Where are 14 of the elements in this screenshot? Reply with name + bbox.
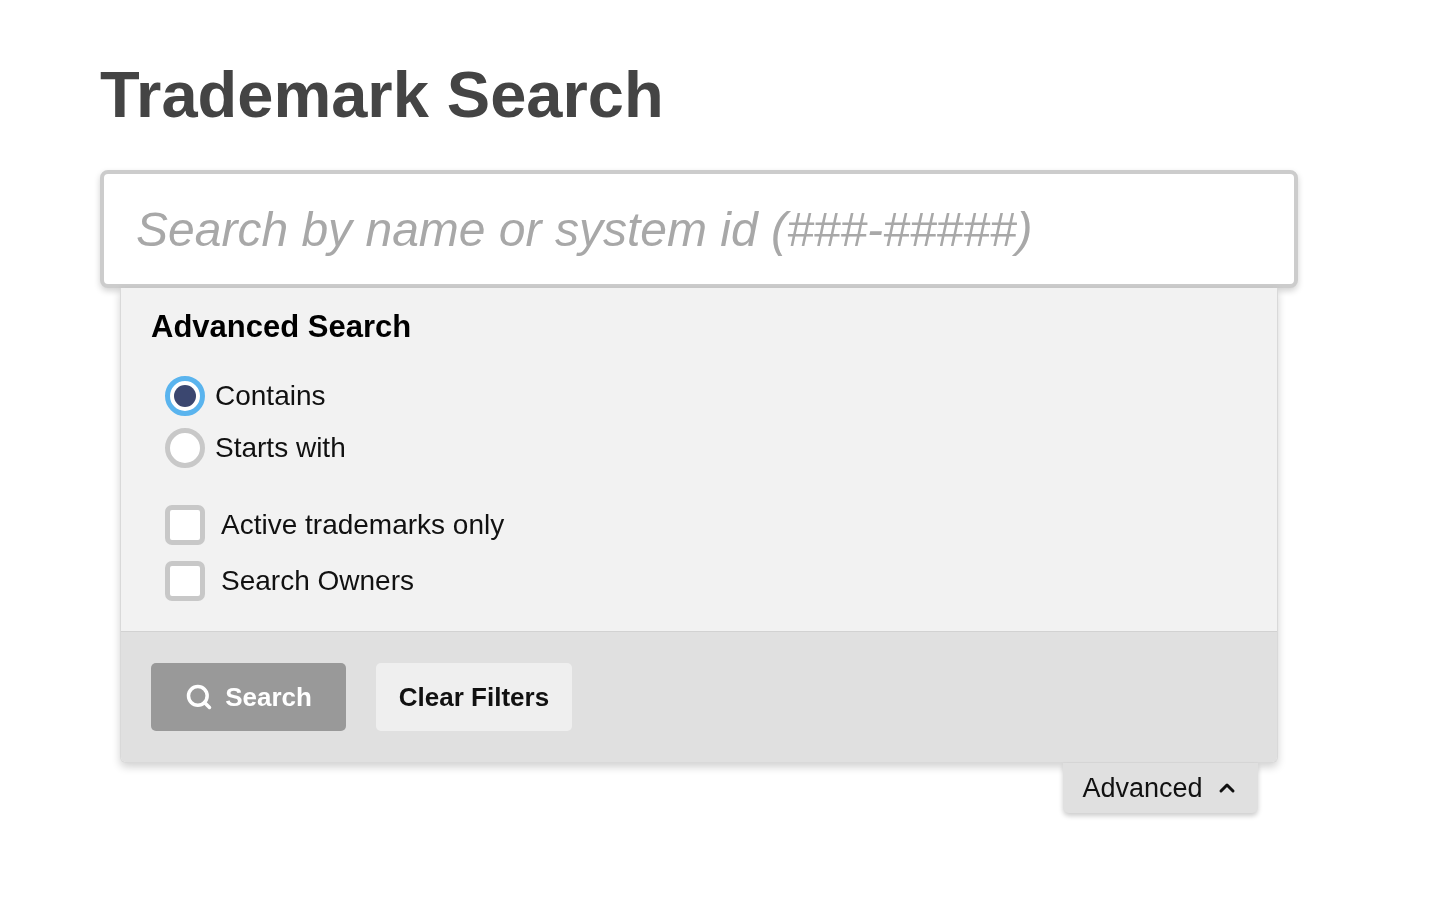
search-field[interactable]: Search by name or system id (###-#####) [100,170,1298,288]
advanced-toggle-button[interactable]: Advanced [1063,763,1258,813]
search-icon [185,683,214,711]
radio-button[interactable] [165,428,205,468]
checkbox[interactable] [165,505,205,545]
radio-label[interactable]: Starts with [215,430,346,466]
radio-button[interactable] [165,376,205,416]
page-title: Trademark Search [100,57,664,133]
checkbox[interactable] [165,561,205,601]
radio-label[interactable]: Contains [215,378,326,414]
checkbox-label[interactable]: Search Owners [221,563,414,599]
panel-title: Advanced Search [151,308,412,346]
clear-filters-button[interactable]: Clear Filters [376,663,572,731]
checkbox-label[interactable]: Active trademarks only [221,507,505,543]
